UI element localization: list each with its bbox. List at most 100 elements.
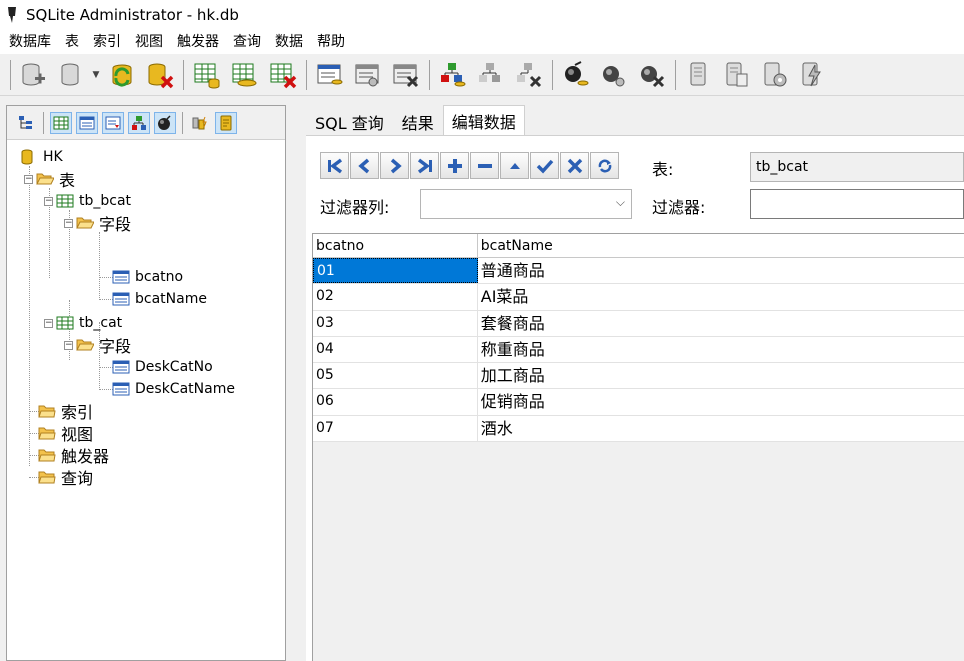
- grid-cell[interactable]: 称重商品: [478, 337, 964, 362]
- new-database-button[interactable]: [18, 59, 50, 91]
- next-record-button[interactable]: [380, 152, 409, 179]
- tree-field-bcatname[interactable]: bcatName: [111, 288, 207, 310]
- last-record-button[interactable]: [410, 152, 439, 179]
- grid-cell[interactable]: 04: [313, 336, 478, 363]
- tree-table-tb-bcat[interactable]: − tb_bcat: [44, 190, 131, 212]
- open-dropdown-arrow[interactable]: ▼: [91, 59, 101, 91]
- delete-index-button[interactable]: [513, 59, 545, 91]
- menu-table[interactable]: 表: [60, 30, 88, 54]
- show-triggers-toggle[interactable]: [189, 112, 211, 134]
- table-row[interactable]: 02 AI菜品: [313, 284, 964, 311]
- column-header[interactable]: bcatName: [478, 234, 964, 258]
- tree-tables-folder[interactable]: − 表: [24, 168, 75, 190]
- tree-fields-folder[interactable]: − 字段: [64, 212, 131, 234]
- collapse-toggle[interactable]: −: [44, 196, 53, 206]
- grid-cell[interactable]: 普通商品: [478, 258, 964, 283]
- new-view-button[interactable]: [560, 59, 592, 91]
- new-trigger-button[interactable]: [683, 59, 715, 91]
- edit-record-button[interactable]: [500, 152, 529, 179]
- grid-cell[interactable]: 酒水: [478, 416, 964, 441]
- first-record-button[interactable]: [320, 152, 349, 179]
- tab-sql-query[interactable]: SQL 查询: [306, 109, 393, 135]
- collapse-toggle[interactable]: −: [64, 218, 73, 228]
- delete-view-button[interactable]: [636, 59, 668, 91]
- grid-cell[interactable]: 套餐商品: [478, 311, 964, 336]
- insert-record-button[interactable]: [440, 152, 469, 179]
- tree-view-button[interactable]: [15, 112, 37, 134]
- filter-column-select[interactable]: ⌵: [420, 189, 632, 219]
- tree-field-deskcatname[interactable]: DeskCatName: [111, 378, 235, 400]
- tree-indexes-folder[interactable]: 索引: [37, 400, 93, 422]
- show-keys-toggle[interactable]: [102, 111, 124, 134]
- collapse-toggle[interactable]: −: [64, 340, 73, 350]
- post-edit-button[interactable]: [530, 152, 559, 179]
- delete-record-button[interactable]: [470, 152, 499, 179]
- tree-views-folder[interactable]: 视图: [37, 422, 93, 444]
- menu-query[interactable]: 查询: [228, 30, 270, 54]
- grid-cell[interactable]: 03: [313, 310, 478, 336]
- toolbar-separator: [10, 59, 11, 90]
- tab-edit-data[interactable]: 编辑数据: [442, 105, 525, 135]
- close-database-button[interactable]: [144, 59, 176, 91]
- data-grid[interactable]: bcatno bcatName 01 普通商品 02 AI菜品 03 套餐商品 …: [312, 233, 964, 661]
- edit-index-button[interactable]: [475, 59, 507, 91]
- prior-record-button[interactable]: [350, 152, 379, 179]
- show-tables-toggle[interactable]: [50, 111, 72, 134]
- new-field-button[interactable]: [314, 59, 346, 91]
- column-header[interactable]: bcatno: [313, 234, 478, 258]
- grid-cell[interactable]: 05: [313, 363, 478, 389]
- tree-root-hk[interactable]: HK: [19, 146, 63, 168]
- edit-trigger-button[interactable]: [721, 59, 753, 91]
- edit-field-button[interactable]: [352, 59, 384, 91]
- grid-cell[interactable]: 01: [313, 258, 478, 284]
- show-queries-toggle[interactable]: [215, 111, 237, 134]
- table-row[interactable]: 01 普通商品: [313, 258, 964, 285]
- delete-table-button[interactable]: [267, 59, 299, 91]
- table-row[interactable]: 04 称重商品: [313, 336, 964, 364]
- collapse-toggle[interactable]: −: [44, 318, 53, 328]
- show-fields-toggle[interactable]: [76, 111, 98, 134]
- grid-cell[interactable]: 促销商品: [478, 389, 964, 414]
- table-row[interactable]: 05 加工商品: [313, 363, 964, 390]
- tree-fields-folder[interactable]: − 字段: [64, 334, 131, 356]
- table-row[interactable]: 07 酒水: [313, 415, 964, 443]
- menu-index[interactable]: 索引: [88, 30, 130, 54]
- grid-cell[interactable]: 加工商品: [478, 363, 964, 388]
- tree-table-tb-cat[interactable]: − tb_cat: [44, 312, 122, 334]
- menu-trigger[interactable]: 触发器: [172, 30, 228, 54]
- delete-field-button[interactable]: [390, 59, 422, 91]
- show-views-toggle[interactable]: [154, 111, 176, 134]
- menu-data[interactable]: 数据: [270, 30, 312, 54]
- menu-help[interactable]: 帮助: [312, 30, 354, 54]
- grid-cell[interactable]: 02: [313, 284, 478, 310]
- execute-trigger-button[interactable]: [797, 59, 829, 91]
- collapse-toggle[interactable]: −: [24, 174, 33, 184]
- tree-views-label: 视图: [61, 425, 94, 444]
- edit-view-button[interactable]: [598, 59, 630, 91]
- new-table-button[interactable]: [191, 59, 223, 91]
- trigger-add-icon: [690, 62, 706, 85]
- refresh-database-button[interactable]: [106, 59, 138, 91]
- trigger-settings-button[interactable]: [759, 59, 791, 91]
- edit-table-button[interactable]: [229, 59, 261, 91]
- open-database-button[interactable]: [56, 59, 88, 91]
- cancel-edit-button[interactable]: [560, 152, 589, 179]
- refresh-data-button[interactable]: [590, 152, 619, 179]
- filter-input[interactable]: [750, 189, 964, 219]
- menu-database[interactable]: 数据库: [4, 30, 60, 54]
- new-index-button[interactable]: [437, 59, 469, 91]
- tree-triggers-folder[interactable]: 触发器: [37, 444, 109, 466]
- table-edit-icon: [232, 63, 257, 86]
- tree-queries-folder[interactable]: 查询: [37, 466, 93, 488]
- grid-cell[interactable]: 07: [313, 415, 478, 442]
- grid-cell[interactable]: 06: [313, 389, 478, 415]
- table-row[interactable]: 06 促销商品: [313, 389, 964, 416]
- tree-field-deskcatno[interactable]: DeskCatNo: [111, 356, 213, 378]
- tab-results[interactable]: 结果: [393, 109, 443, 135]
- grid-cell[interactable]: AI菜品: [478, 284, 964, 309]
- tree-field-bcatno[interactable]: bcatno: [111, 266, 183, 288]
- table-select[interactable]: tb_bcat: [750, 152, 964, 182]
- table-row[interactable]: 03 套餐商品: [313, 310, 964, 337]
- show-indexes-toggle[interactable]: [128, 111, 150, 134]
- menu-view[interactable]: 视图: [130, 30, 172, 54]
